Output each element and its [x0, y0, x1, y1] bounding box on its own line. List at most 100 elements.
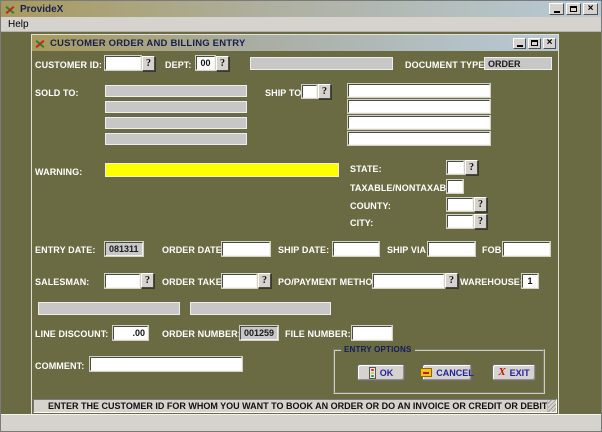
entry-options-legend: ENTRY OPTIONS: [341, 345, 415, 354]
city-input[interactable]: [447, 215, 473, 228]
fob-input[interactable]: [503, 242, 550, 256]
ship-to-line-2-input[interactable]: [348, 100, 490, 113]
window-titlebar[interactable]: CUSTOMER ORDER AND BILLING ENTRY ×: [32, 35, 558, 51]
ship-to-line-3-input[interactable]: [348, 116, 490, 129]
window-title: CUSTOMER ORDER AND BILLING ENTRY: [50, 38, 246, 49]
app-window-controls: ×: [549, 3, 598, 15]
status-bar: ENTER THE CUSTOMER ID FOR WHOM YOU WANT …: [33, 399, 557, 413]
county-input[interactable]: [447, 198, 473, 211]
taxable-label: TAXABLE/NONTAXABLE:: [350, 183, 461, 193]
warning-field: [105, 163, 339, 177]
app-title: ProvideX: [20, 4, 63, 15]
ship-date-label: SHIP DATE:: [278, 245, 329, 255]
fob-label: FOB:: [482, 245, 504, 255]
bottom-panel: [1, 414, 601, 431]
ship-to-lookup-button[interactable]: ?: [318, 84, 331, 99]
ship-via-input[interactable]: [428, 242, 475, 256]
minimize-icon: [554, 11, 560, 13]
warning-label: WARNING:: [35, 167, 82, 177]
dept-label: DEPT:: [165, 60, 192, 70]
resize-grip[interactable]: [547, 400, 556, 412]
close-button[interactable]: ×: [583, 3, 598, 15]
entry-date-value: 081311: [105, 242, 143, 256]
file-number-input[interactable]: [352, 326, 392, 340]
status-text: ENTER THE CUSTOMER ID FOR WHOM YOU WANT …: [48, 401, 547, 411]
ship-to-line-1-input[interactable]: [348, 84, 490, 97]
county-lookup-button[interactable]: ?: [474, 197, 487, 212]
salesman-input[interactable]: [105, 274, 140, 288]
salesman-label: SALESMAN:: [35, 277, 89, 287]
close-icon: ×: [547, 38, 553, 48]
customer-id-label: CUSTOMER ID:: [35, 60, 102, 70]
menu-bar: Help: [1, 17, 601, 32]
maximize-icon: [531, 40, 538, 46]
restore-button[interactable]: [566, 3, 581, 15]
customer-id-input[interactable]: [105, 56, 141, 70]
entry-options-group: ENTRY OPTIONS OK CANCEL X EXIT: [333, 349, 545, 394]
state-label: STATE:: [350, 164, 382, 174]
po-payment-input[interactable]: [373, 274, 444, 288]
county-label: COUNTY:: [350, 201, 391, 211]
minimize-button[interactable]: [549, 3, 564, 15]
salesman-lookup-button[interactable]: ?: [141, 273, 154, 288]
minimize-icon: [517, 45, 523, 47]
sold-to-line-1: [105, 85, 247, 97]
order-number-label: ORDER NUMBER:: [162, 329, 241, 339]
providex-app-window: ProvideX × Help CUSTOMER ORDER AND BILLI…: [0, 0, 602, 432]
folder-minus-icon: [420, 368, 432, 377]
exit-button-label: EXIT: [510, 368, 530, 378]
order-taker-lookup-button[interactable]: ?: [258, 273, 271, 288]
dept-input[interactable]: [196, 56, 215, 70]
entry-date-label: ENTRY DATE:: [35, 245, 95, 255]
menu-help[interactable]: Help: [1, 19, 36, 30]
document-type-value: ORDER: [484, 57, 552, 70]
sold-to-line-2: [105, 101, 247, 113]
cancel-button-label: CANCEL: [436, 368, 474, 378]
ship-date-input[interactable]: [333, 242, 379, 256]
window-logo-icon: [34, 38, 46, 49]
order-taker-input[interactable]: [222, 274, 257, 288]
mdi-area: CUSTOMER ORDER AND BILLING ENTRY × CUSTO…: [1, 32, 601, 414]
window-maximize-button[interactable]: [528, 38, 541, 49]
comment-label: COMMENT:: [35, 361, 84, 371]
document-type-label: DOCUMENT TYPE:: [405, 60, 487, 70]
sold-to-label: SOLD TO:: [35, 88, 79, 98]
ok-button[interactable]: OK: [357, 364, 405, 381]
sold-to-line-4: [105, 133, 247, 145]
line-discount-label: LINE DISCOUNT:: [35, 329, 108, 339]
order-date-label: ORDER DATE:: [162, 245, 225, 255]
red-x-icon: X: [498, 367, 505, 378]
order-date-input[interactable]: [222, 242, 270, 256]
providex-logo-icon: [4, 4, 16, 15]
traffic-light-icon: [369, 367, 376, 379]
cancel-button[interactable]: CANCEL: [422, 364, 472, 381]
warehouse-input[interactable]: [522, 274, 538, 288]
state-input[interactable]: [447, 161, 464, 174]
order-number-value: 001259: [240, 326, 278, 340]
po-payment-label: PO/PAYMENT METHOD:: [278, 277, 382, 287]
ship-to-code-input[interactable]: [302, 85, 317, 98]
app-titlebar: ProvideX ×: [1, 1, 601, 17]
window-controls: ×: [513, 38, 556, 49]
taxable-input[interactable]: [447, 180, 463, 193]
city-lookup-button[interactable]: ?: [474, 214, 487, 229]
order-taker-name-display: [190, 302, 331, 315]
close-icon: ×: [588, 4, 594, 14]
customer-order-window: CUSTOMER ORDER AND BILLING ENTRY × CUSTO…: [31, 34, 559, 415]
window-minimize-button[interactable]: [513, 38, 526, 49]
customer-id-lookup-button[interactable]: ?: [142, 56, 155, 71]
ship-to-line-4-input[interactable]: [348, 132, 490, 145]
restore-icon: [570, 6, 577, 12]
city-label: CITY:: [350, 218, 373, 228]
state-lookup-button[interactable]: ?: [465, 160, 478, 175]
dept-lookup-button[interactable]: ?: [216, 56, 229, 71]
salesman-name-display: [38, 302, 180, 315]
po-payment-lookup-button[interactable]: ?: [445, 273, 458, 288]
comment-input[interactable]: [90, 357, 242, 371]
ok-button-label: OK: [380, 368, 394, 378]
warehouse-label: WAREHOUSE:: [460, 277, 523, 287]
window-close-button[interactable]: ×: [543, 38, 556, 49]
line-discount-input[interactable]: [113, 326, 148, 340]
form-area: CUSTOMER ID: ? DEPT: ? DOCUMENT TYPE: OR…: [32, 51, 558, 414]
exit-button[interactable]: X EXIT: [492, 364, 536, 381]
